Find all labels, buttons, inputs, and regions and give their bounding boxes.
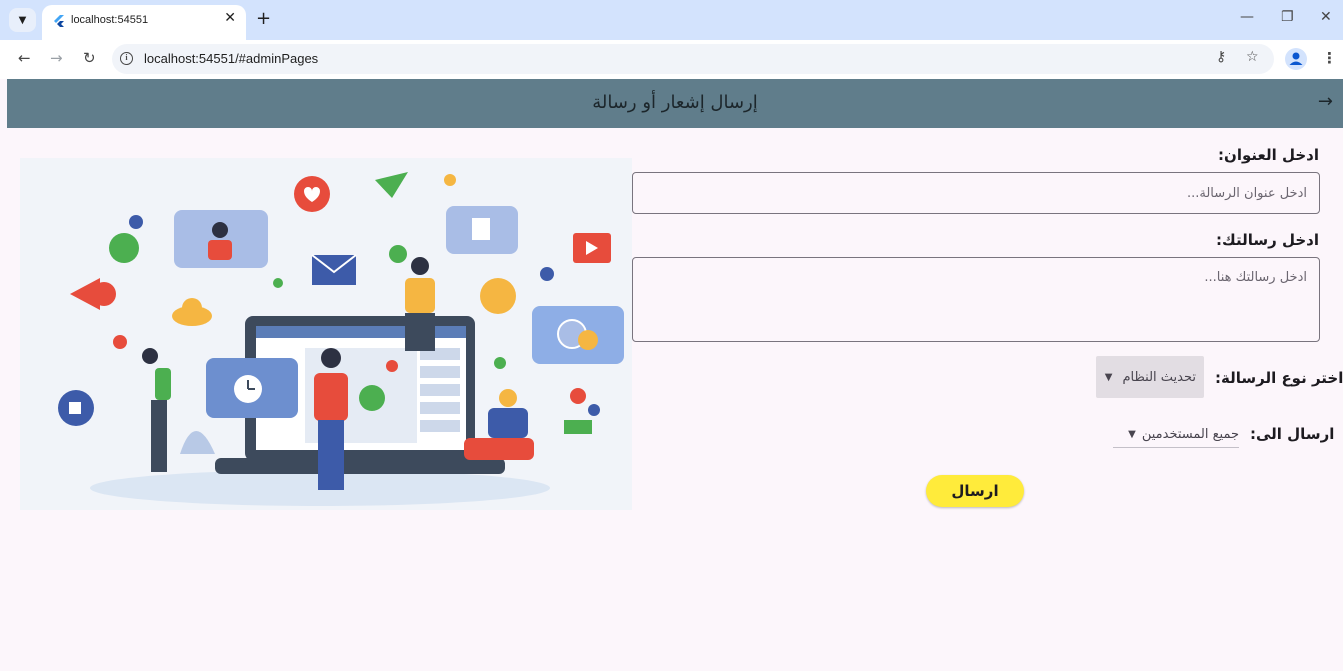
new-tab-button[interactable]: +	[256, 8, 271, 29]
tab-close-icon[interactable]: ✕	[224, 10, 236, 26]
message-label: ادخل رسالتك:	[1215, 231, 1319, 249]
window-close-icon[interactable]: ✕	[1320, 9, 1332, 25]
send-button[interactable]: ارسال	[926, 475, 1024, 507]
password-key-icon[interactable]: ⚷	[1216, 49, 1226, 65]
dropdown-arrow-icon: ▼	[1128, 429, 1136, 440]
recipient-label: ارسال الى:	[1250, 425, 1335, 443]
message-textarea[interactable]	[632, 257, 1320, 342]
social-media-illustration	[20, 158, 632, 510]
recipient-dropdown[interactable]: جميع المستخدمين ▼	[1113, 422, 1239, 448]
url-text[interactable]: localhost:54551/#adminPages	[144, 51, 318, 66]
tab-title: localhost:54551	[71, 14, 149, 26]
reload-icon[interactable]: ↻	[83, 49, 96, 67]
recipient-value: جميع المستخدمين	[1141, 427, 1239, 442]
forward-icon[interactable]: →	[50, 49, 63, 67]
dropdown-arrow-icon: ▼	[1104, 371, 1113, 383]
browser-toolbar: ← → ↻ i localhost:54551/#adminPages ⚷ ☆ …	[0, 40, 1343, 79]
restore-icon[interactable]: ❐	[1281, 9, 1294, 25]
arrow-right-icon[interactable]: →	[1318, 91, 1333, 112]
site-info-icon[interactable]: i	[120, 52, 133, 65]
title-label: ادخل العنوان:	[1218, 146, 1319, 164]
flutter-favicon-icon	[54, 15, 64, 27]
browser-tab-strip: ▼ localhost:54551 ✕ + — ❐ ✕	[0, 0, 1343, 40]
tab-search-button[interactable]: ▼	[9, 8, 36, 32]
page-title: إرسال إشعار أو رسالة	[592, 92, 758, 113]
bookmark-star-icon[interactable]: ☆	[1246, 49, 1259, 65]
browser-menu-icon[interactable]: ⋮	[1322, 49, 1337, 67]
back-icon[interactable]: ←	[18, 49, 31, 67]
minimize-icon[interactable]: —	[1240, 9, 1254, 25]
browser-tab[interactable]: localhost:54551 ✕	[42, 5, 246, 40]
profile-avatar-icon[interactable]	[1285, 48, 1307, 70]
message-type-dropdown[interactable]: تحديث النظام ▼	[1096, 356, 1204, 398]
title-input[interactable]	[632, 172, 1320, 214]
address-bar[interactable]: i localhost:54551/#adminPages ⚷ ☆	[112, 44, 1274, 74]
message-type-label: اختر نوع الرسالة:	[1215, 369, 1343, 387]
app-bar: إرسال إشعار أو رسالة →	[7, 79, 1343, 128]
message-type-value: تحديث النظام	[1122, 369, 1196, 385]
